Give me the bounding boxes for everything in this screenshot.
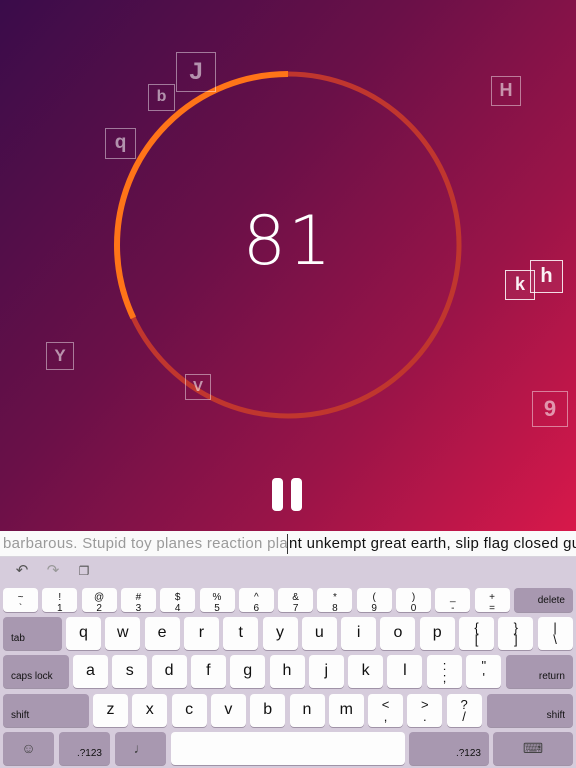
key-letter[interactable]: f: [190, 655, 226, 688]
redo-icon[interactable]: ↷: [44, 563, 62, 579]
key-letter[interactable]: r: [183, 617, 219, 650]
key-number[interactable]: % 5: [199, 588, 235, 614]
shift-left-key[interactable]: shift: [3, 694, 89, 727]
upcoming-text: nt unkempt great earth, slip flag closed…: [289, 535, 576, 552]
key-number[interactable]: + =: [474, 588, 510, 614]
key-symbol[interactable]: :;: [427, 655, 462, 688]
key-letter[interactable]: z: [93, 694, 128, 727]
key-letter[interactable]: x: [132, 694, 168, 727]
typing-text-strip: d barbarous. Stupid toy planes reaction …: [0, 531, 576, 557]
keyboard-hide-icon[interactable]: ⌨: [493, 732, 573, 765]
letter-tile: h: [530, 260, 563, 293]
key-number[interactable]: #3: [120, 588, 156, 614]
letter-tile: Y: [46, 342, 74, 370]
microphone-icon[interactable]: ♩: [115, 732, 166, 765]
text-cursor: [287, 534, 288, 554]
typed-text: d barbarous. Stupid toy planes reaction …: [0, 535, 288, 552]
key-symbol[interactable]: >.: [407, 694, 443, 727]
key-letter[interactable]: y: [262, 617, 298, 650]
key-letter[interactable]: h: [269, 655, 305, 688]
key-letter[interactable]: s: [112, 655, 148, 688]
key-symbol[interactable]: {[: [459, 617, 494, 650]
key-letter[interactable]: p: [419, 617, 455, 650]
letter-tile: q: [105, 128, 136, 159]
key-letter[interactable]: u: [301, 617, 337, 650]
key-number[interactable]: ~ `: [3, 588, 38, 614]
pause-button[interactable]: [270, 478, 306, 514]
letter-tile: b: [148, 84, 175, 111]
key-letter[interactable]: q: [66, 617, 101, 650]
key-number[interactable]: * 8: [317, 588, 353, 614]
tab-key[interactable]: tab: [3, 617, 62, 650]
numbers-key-right[interactable]: .?123: [409, 732, 489, 765]
caps-lock-key[interactable]: caps lock: [3, 655, 69, 688]
pause-bar-right: [291, 478, 302, 511]
key-letter[interactable]: l: [387, 655, 423, 688]
paste-icon[interactable]: ❐: [75, 563, 93, 579]
key-number[interactable]: _ -: [435, 588, 471, 614]
key-symbol[interactable]: <,: [368, 694, 403, 727]
key-number[interactable]: @2: [81, 588, 117, 614]
key-letter[interactable]: t: [223, 617, 259, 650]
key-number[interactable]: ) 0: [396, 588, 431, 614]
undo-icon[interactable]: ↶: [13, 563, 31, 579]
game-area: 81 JbqHkhYV9: [0, 0, 576, 531]
return-key[interactable]: return: [506, 655, 573, 688]
pause-bar-left: [272, 478, 283, 511]
key-number[interactable]: $4: [160, 588, 196, 614]
key-letter[interactable]: n: [289, 694, 325, 727]
key-letter[interactable]: j: [308, 655, 344, 688]
key-letter[interactable]: d: [151, 655, 187, 688]
shift-right-key[interactable]: shift: [487, 694, 573, 727]
key-letter[interactable]: m: [328, 694, 364, 727]
key-letter[interactable]: i: [341, 617, 377, 650]
letter-tile: 9: [532, 391, 568, 427]
numbers-key-left[interactable]: .?123: [59, 732, 110, 765]
space-bar[interactable]: [171, 732, 405, 765]
letter-tile: H: [491, 76, 521, 106]
delete-key[interactable]: delete: [514, 588, 573, 612]
key-number[interactable]: ! 1: [42, 588, 78, 614]
key-letter[interactable]: o: [380, 617, 416, 650]
key-number[interactable]: (9: [356, 588, 392, 614]
key-number[interactable]: ^ 6: [238, 588, 274, 614]
key-letter[interactable]: e: [144, 617, 180, 650]
key-symbol[interactable]: ? /: [446, 694, 482, 727]
letter-tile: J: [176, 52, 216, 92]
key-letter[interactable]: b: [250, 694, 286, 727]
key-letter[interactable]: a: [73, 655, 108, 688]
key-letter[interactable]: w: [105, 617, 141, 650]
score-display: 81: [242, 202, 334, 281]
key-symbol[interactable]: | \: [537, 617, 573, 650]
key-symbol[interactable]: }]: [498, 617, 534, 650]
emoji-icon[interactable]: ☺: [3, 732, 54, 765]
key-number[interactable]: & 7: [278, 588, 314, 614]
letter-tile: V: [185, 374, 211, 400]
key-letter[interactable]: g: [230, 655, 266, 688]
key-symbol[interactable]: " ': [466, 655, 502, 688]
key-letter[interactable]: v: [210, 694, 246, 727]
key-letter[interactable]: k: [348, 655, 384, 688]
on-screen-keyboard: ↶ ↷ ❐ ~ `! 1 @2 #3 $4% 5 ^ 6 & 7 * 8(9) 0 _ - + = delete ta…: [0, 557, 576, 768]
key-letter[interactable]: c: [171, 694, 207, 727]
